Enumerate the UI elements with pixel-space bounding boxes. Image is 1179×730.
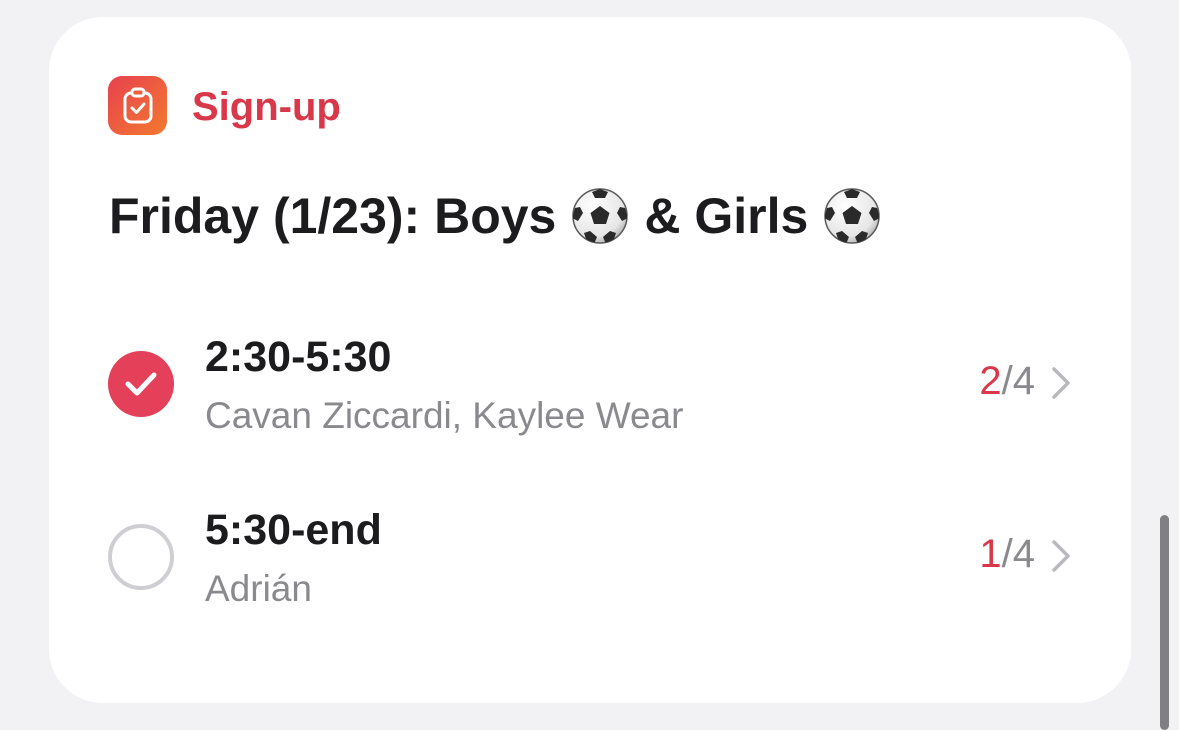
scrollbar[interactable]	[1160, 515, 1169, 730]
signup-card[interactable]: Sign-up Friday (1/23): Boys & Girls 2:30…	[49, 17, 1131, 703]
slot-count: 1/4	[979, 528, 1035, 580]
slot-time: 2:30-5:30	[205, 333, 392, 381]
slot-row-0[interactable]: 2:30-5:30 Cavan Ziccardi, Kaylee Wear 2/…	[49, 333, 1131, 457]
title-text-part2: & Girls	[644, 188, 809, 244]
title-text-part1: Friday (1/23): Boys	[109, 188, 557, 244]
app-name-label: Sign-up	[192, 85, 341, 129]
slot-row-1[interactable]: 5:30-end Adrián 1/4	[49, 506, 1131, 630]
slot-participants: Cavan Ziccardi, Kaylee Wear	[205, 395, 684, 436]
slot-count-total: /4	[1001, 359, 1035, 403]
chevron-right-icon[interactable]	[1049, 539, 1073, 573]
clipboard-check-icon	[108, 76, 167, 135]
slot-checkbox-checked[interactable]	[108, 351, 174, 417]
slot-count-filled: 2	[979, 359, 1002, 403]
slot-count: 2/4	[979, 355, 1035, 407]
event-title: Friday (1/23): Boys & Girls	[109, 185, 896, 247]
slot-participants: Adrián	[205, 568, 312, 609]
slot-time: 5:30-end	[205, 506, 382, 554]
slot-checkbox-unchecked[interactable]	[108, 524, 174, 590]
slot-count-total: /4	[1001, 532, 1035, 576]
slot-count-filled: 1	[979, 532, 1002, 576]
soccer-ball-icon	[822, 186, 882, 246]
soccer-ball-icon	[570, 186, 630, 246]
chevron-right-icon[interactable]	[1049, 366, 1073, 400]
